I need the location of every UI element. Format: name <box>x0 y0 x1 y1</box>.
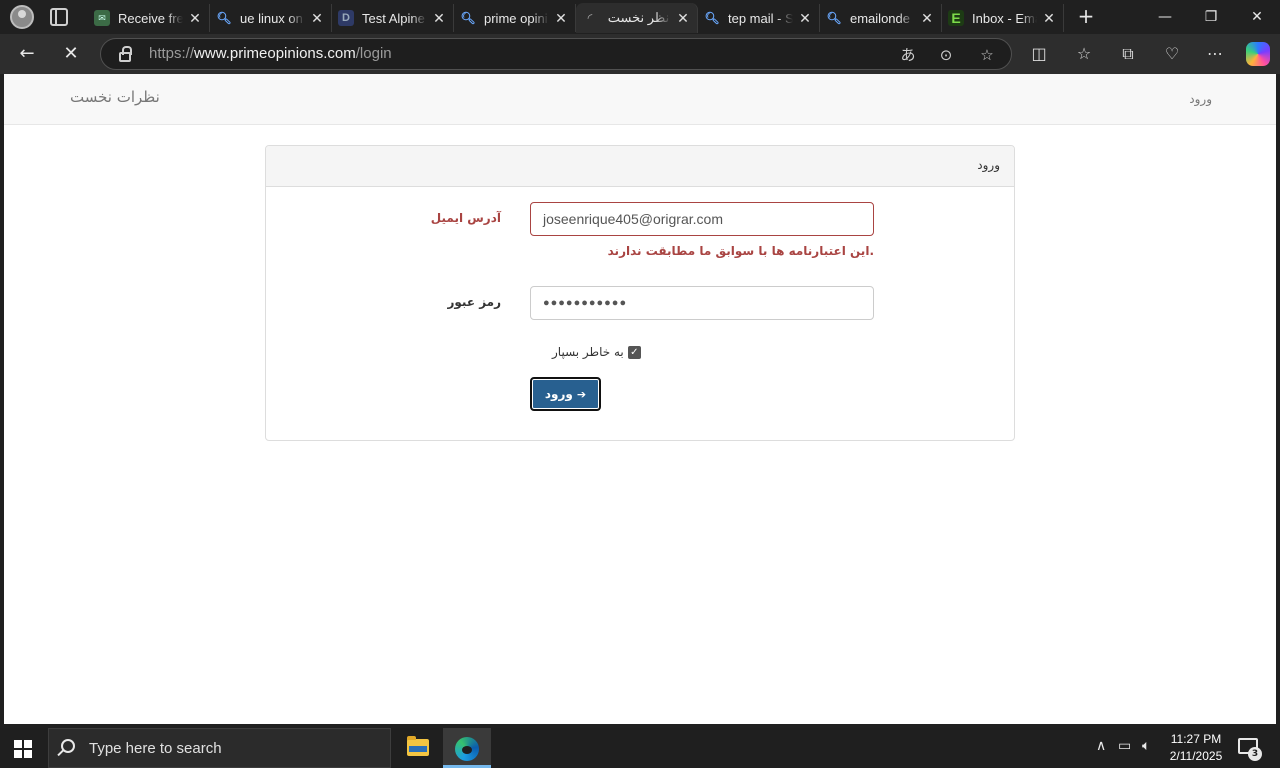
tab-strip: ✉ Receive free ✕ 🔍︎ ue linux on ✕ D Test… <box>0 0 1280 34</box>
email-label: آدرس ایمیل <box>430 211 501 225</box>
web-page: نظرات نخست ورود ورود آدرس ایمیل joseenri… <box>4 74 1276 724</box>
remember-checkbox[interactable]: ✓ <box>627 345 641 359</box>
volume-icon[interactable]: 🔈︎ <box>1142 738 1150 754</box>
tab-receive-free[interactable]: ✉ Receive free ✕ <box>88 4 210 32</box>
url-text[interactable]: https://www.primeopinions.com/login <box>149 45 392 62</box>
tab-inbox[interactable]: E Inbox - Ema ✕ <box>942 4 1064 32</box>
system-clock[interactable]: 11:27 PM 2/11/2025 <box>1164 731 1228 765</box>
search-icon: 🔍︎ <box>460 11 476 25</box>
nav-login-link[interactable]: ورود <box>1189 92 1212 106</box>
login-button[interactable]: ورود ➔ <box>530 377 601 411</box>
copilot-icon[interactable] <box>1246 42 1270 66</box>
e-icon: E <box>948 10 964 26</box>
search-icon: 🔍︎ <box>216 11 232 25</box>
folder-icon <box>407 736 429 756</box>
settings-more-icon[interactable]: ⋯ <box>1203 43 1227 65</box>
edge-taskbar-button[interactable] <box>443 728 491 768</box>
d-icon: D <box>338 10 354 26</box>
email-field[interactable]: joseenrique405@origrar.com <box>530 202 874 236</box>
close-icon[interactable]: ✕ <box>797 10 813 27</box>
url-scheme: https:// <box>149 45 195 62</box>
network-icon[interactable]: ▭ <box>1118 738 1131 754</box>
search-icon: 🔍︎ <box>704 11 720 25</box>
tab-actions-icon[interactable] <box>50 8 68 26</box>
notification-count-badge: 3 <box>1248 747 1262 761</box>
close-icon[interactable]: ✕ <box>1041 10 1057 27</box>
windows-taskbar: Type here to search ∧ ▭ 🔈︎ 11:27 PM 2/11… <box>0 728 1280 768</box>
file-explorer-button[interactable] <box>395 728 443 768</box>
tab-linux[interactable]: 🔍︎ ue linux on ✕ <box>210 4 332 32</box>
split-screen-icon[interactable]: ◫ <box>1027 43 1051 65</box>
collections-icon[interactable]: ⧉ <box>1116 43 1140 65</box>
remember-label: به خاطر بسپار <box>552 345 624 359</box>
site-brand[interactable]: نظرات نخست <box>70 88 160 106</box>
browser-toolbar: ← ✕ https://www.primeopinions.com/login … <box>0 34 1280 74</box>
tab-emailonde[interactable]: 🔍︎ emailonde ✕ <box>820 4 942 32</box>
taskbar-search-box[interactable]: Type here to search <box>48 728 391 768</box>
url-path: /login <box>355 45 392 62</box>
url-host: www.primeopinions.com <box>194 45 356 62</box>
address-bar[interactable]: https://www.primeopinions.com/login あ ⊙ … <box>100 38 1012 70</box>
panel-title: ورود <box>977 158 1000 172</box>
close-icon[interactable]: ✕ <box>675 10 691 27</box>
search-icon: 🔍︎ <box>826 11 842 25</box>
window-close-button[interactable]: ✕ <box>1244 6 1270 28</box>
favorite-star-icon[interactable]: ☆ <box>976 44 998 66</box>
tab-test-alpine[interactable]: D Test Alpine ✕ <box>332 4 454 32</box>
tab-title: ue linux on <box>240 10 303 26</box>
more-tools-icon[interactable]: ⊙ <box>935 44 957 66</box>
close-icon[interactable]: ✕ <box>187 10 203 27</box>
login-panel: ورود آدرس ایمیل joseenrique405@origrar.c… <box>265 145 1015 441</box>
close-icon[interactable]: ✕ <box>553 10 569 27</box>
site-navbar: نظرات نخست ورود <box>4 74 1276 125</box>
sign-in-icon: ➔ <box>576 387 587 401</box>
password-label: رمز عبور <box>447 295 501 309</box>
stop-loading-icon[interactable]: ✕ <box>58 42 84 66</box>
clock-time: 11:27 PM <box>1170 732 1222 746</box>
password-field[interactable]: ●●●●●●●●●●● <box>530 286 874 320</box>
new-tab-button[interactable]: + <box>1074 6 1098 28</box>
favorites-icon[interactable]: ☆ <box>1072 43 1096 65</box>
remember-me[interactable]: به خاطر بسپار ✓ <box>552 345 641 359</box>
close-icon[interactable]: ✕ <box>919 10 935 27</box>
login-button-label: ورود <box>544 387 573 401</box>
read-aloud-icon[interactable]: あ <box>897 44 919 66</box>
clock-date: 2/11/2025 <box>1169 749 1223 763</box>
loading-icon: ◜ <box>587 11 593 25</box>
tab-title: emailonde <box>850 10 910 26</box>
panel-heading: ورود <box>266 146 1014 187</box>
search-icon <box>61 739 75 753</box>
lock-icon[interactable] <box>119 46 132 62</box>
chevron-up-icon[interactable]: ∧ <box>1096 738 1106 754</box>
close-icon[interactable]: ✕ <box>309 10 325 27</box>
edge-icon <box>455 737 479 761</box>
tab-title: prime opini <box>484 10 548 26</box>
tab-title: Receive free <box>118 10 183 26</box>
profile-avatar-icon[interactable] <box>10 5 34 29</box>
tab-active[interactable]: ◜ نظر نخست ✕ <box>576 3 698 33</box>
windows-start-icon[interactable] <box>14 740 32 758</box>
restore-button[interactable]: ❐ <box>1198 6 1224 28</box>
tab-title: نظر نخست <box>607 10 670 25</box>
minimize-button[interactable]: — <box>1152 6 1178 28</box>
email-error-message: این اعتبارنامه ها با سوابق ما مطابقت ندا… <box>607 244 874 258</box>
tab-title: tep mail - S <box>728 10 793 26</box>
message-icon: ✉ <box>94 10 110 26</box>
back-arrow-icon[interactable]: ← <box>14 42 40 66</box>
browser-essentials-icon[interactable]: ♡ <box>1160 43 1184 65</box>
tab-temp-mail[interactable]: 🔍︎ tep mail - S ✕ <box>698 4 820 32</box>
tab-title: Inbox - Ema <box>972 10 1037 26</box>
tab-prime-opinions[interactable]: 🔍︎ prime opini ✕ <box>454 4 576 32</box>
close-icon[interactable]: ✕ <box>431 10 447 27</box>
taskbar-search-placeholder: Type here to search <box>89 740 222 757</box>
tab-title: Test Alpine <box>362 10 425 26</box>
